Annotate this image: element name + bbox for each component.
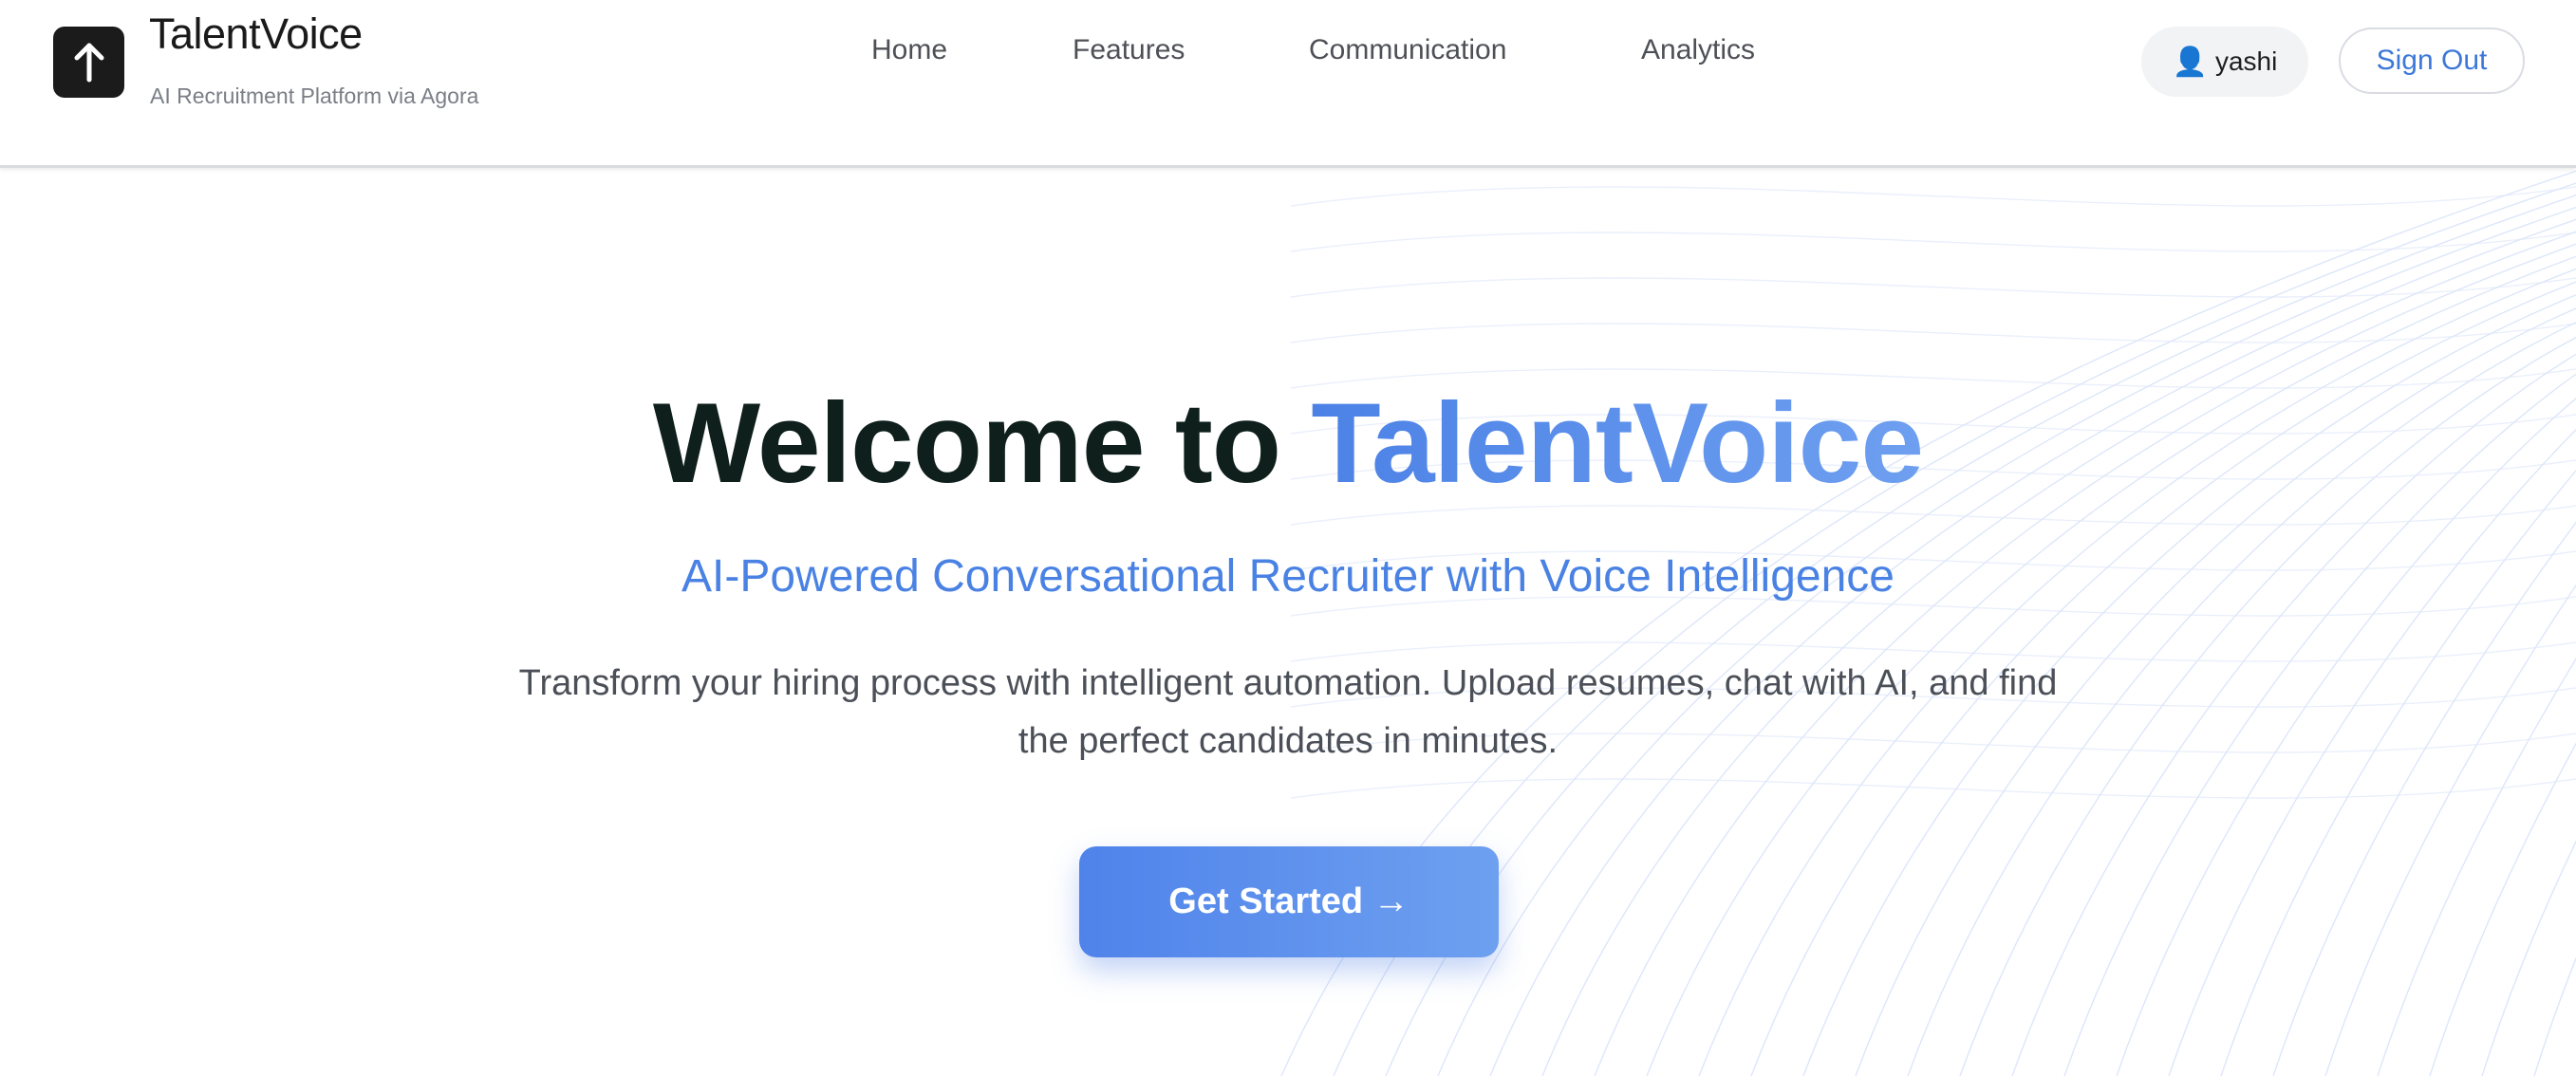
nav-communication[interactable]: Communication — [1309, 34, 1506, 66]
nav-analytics[interactable]: Analytics — [1641, 34, 1755, 66]
background-arc — [1290, 778, 2576, 799]
background-arc — [1385, 195, 2576, 1076]
background-arc — [1290, 186, 2576, 207]
user-icon: 👤 — [2172, 46, 2208, 78]
background-arc — [1333, 182, 2576, 1076]
nav-features[interactable]: Features — [1073, 34, 1185, 66]
user-name: yashi — [2214, 46, 2278, 76]
hero-title-accent: TalentVoice — [1311, 380, 1924, 507]
app-logo[interactable] — [53, 27, 124, 98]
hero-description: Transform your hiring process with intel… — [518, 663, 2058, 761]
hero-title-prefix: Welcome to — [652, 380, 1312, 507]
get-started-button[interactable]: Get Started → — [1079, 846, 1499, 957]
background-arc — [1290, 232, 2576, 252]
background-arc — [1290, 323, 2576, 343]
top-navbar: TalentVoice AI Recruitment Platform via … — [0, 0, 2576, 168]
background-arc — [1541, 231, 2576, 1076]
background-arc — [1594, 243, 2576, 1076]
brand-name: TalentVoice — [149, 9, 363, 58]
brand-tagline: AI Recruitment Platform via Agora — [150, 83, 479, 108]
arrow-up-icon — [74, 43, 103, 82]
nav-home[interactable]: Home — [871, 34, 947, 66]
sign-out-button[interactable]: Sign Out — [2339, 28, 2525, 94]
hero-subtitle: AI-Powered Conversational Recruiter with… — [681, 551, 1895, 602]
background-arc — [1290, 277, 2576, 298]
hero-title: Welcome to TalentVoice — [0, 372, 2576, 514]
background-arc — [1646, 255, 2576, 1076]
user-badge[interactable]: 👤 yashi — [2141, 27, 2308, 97]
background-arc — [1750, 281, 2576, 1076]
